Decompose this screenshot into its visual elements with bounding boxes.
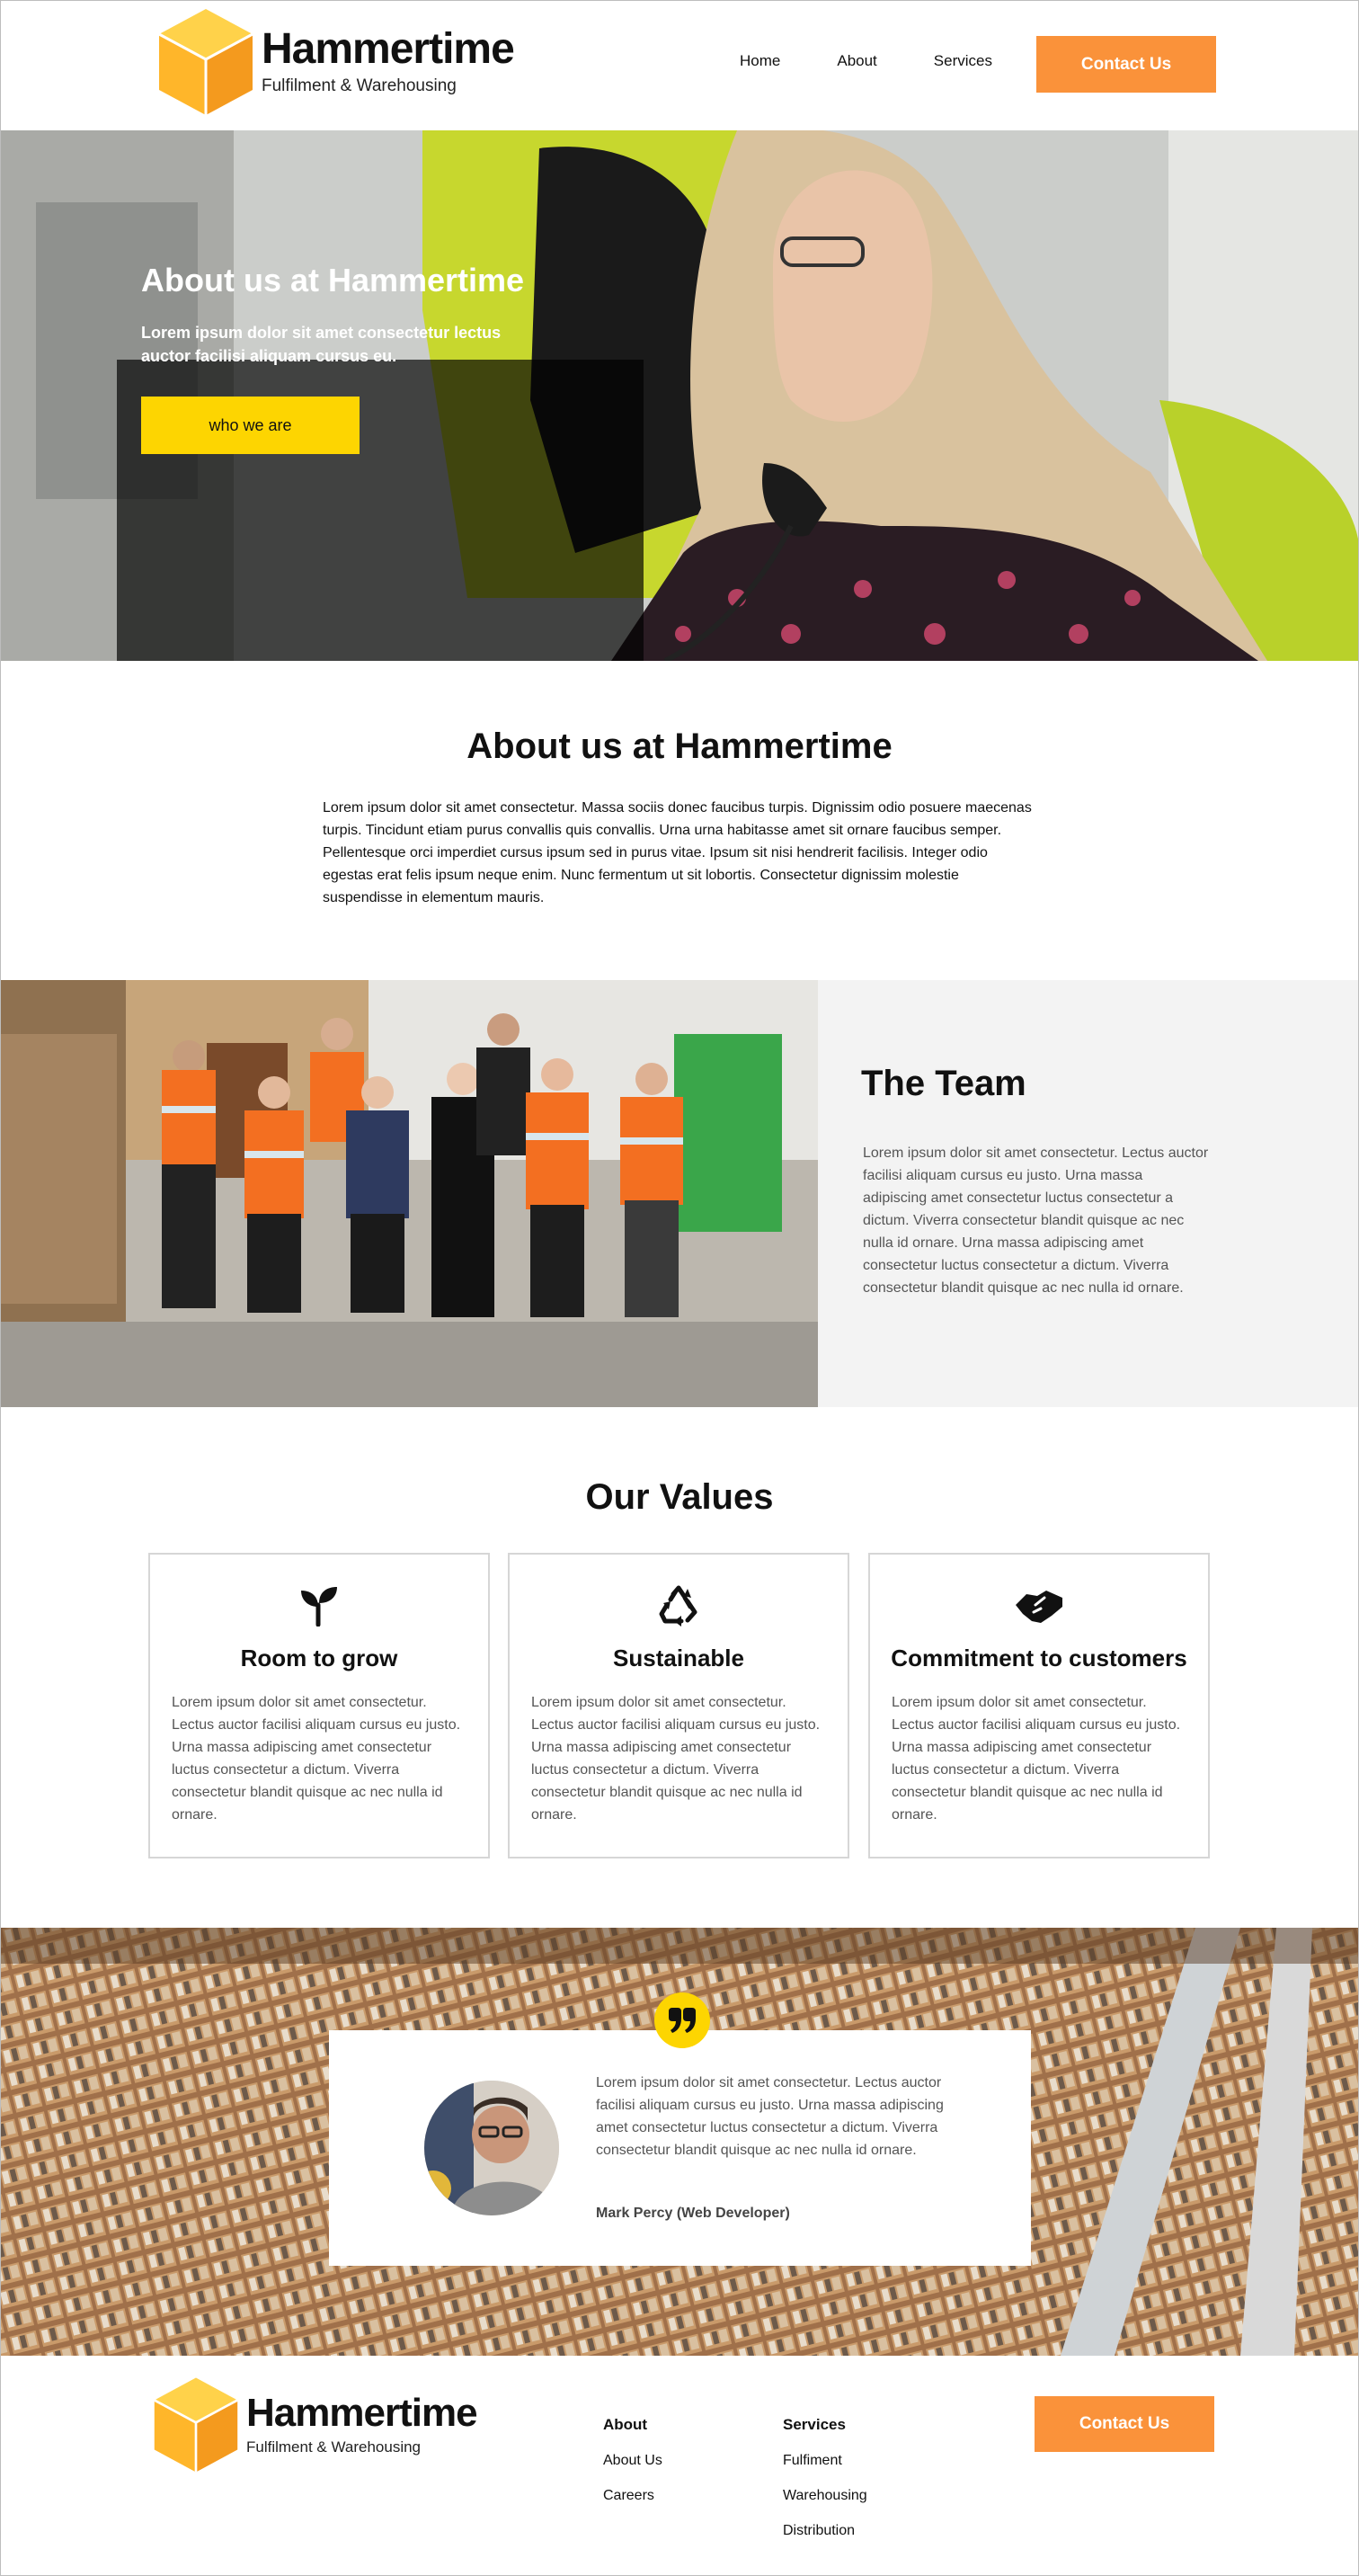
- avatar-photo: [424, 2081, 559, 2215]
- team-photo: [0, 980, 818, 1407]
- team-title: The Team: [861, 1064, 1026, 1103]
- nav-about[interactable]: About: [837, 52, 876, 70]
- footer-logo[interactable]: Hammertime Fulfilment & Warehousing: [153, 2375, 478, 2474]
- team-photo-image: [0, 980, 818, 1407]
- hero-title: About us at Hammertime: [141, 262, 525, 299]
- footer-contact-button[interactable]: Contact Us: [1035, 2396, 1214, 2452]
- who-we-are-button[interactable]: who we are: [141, 397, 360, 454]
- site-footer: Hammertime Fulfilment & Warehousing Abou…: [0, 2356, 1359, 2576]
- about-text: Lorem ipsum dolor sit amet consectetur. …: [323, 800, 1032, 905]
- footer-link-about-us[interactable]: About Us: [603, 2453, 662, 2469]
- main-nav: Home About Services: [740, 52, 1049, 70]
- value-card-commitment: Commitment to customers Lorem ipsum dolo…: [868, 1553, 1210, 1858]
- footer-about-heading: About: [603, 2416, 648, 2433]
- footer-link-warehousing[interactable]: Warehousing: [783, 2488, 867, 2504]
- brand-name: Hammertime: [246, 2391, 478, 2435]
- cube-logo-icon: [158, 9, 253, 115]
- value-title: Room to grow: [240, 1645, 398, 1671]
- footer-link-fulfiment[interactable]: Fulfiment: [783, 2453, 842, 2469]
- nav-services[interactable]: Services: [934, 52, 992, 70]
- hero-banner: [0, 130, 1359, 661]
- handshake-icon: [1016, 1591, 1062, 1623]
- testimonial-text: Lorem ipsum dolor sit amet consectetur. …: [596, 2075, 944, 2158]
- header-logo[interactable]: Hammertime Fulfilment & Warehousing: [157, 7, 515, 117]
- value-text: Lorem ipsum dolor sit amet consectetur. …: [172, 1695, 461, 1823]
- site-header: Hammertime Fulfilment & Warehousing Home…: [0, 0, 1359, 130]
- avatar: [424, 2081, 559, 2215]
- quote-badge: [654, 1992, 710, 2048]
- hero-subtitle: Lorem ipsum dolor sit amet consectetur l…: [141, 324, 502, 365]
- about-title: About us at Hammertime: [466, 726, 893, 766]
- cube-logo-icon: [154, 2377, 238, 2473]
- sprout-icon: [301, 1587, 337, 1627]
- team-text: Lorem ipsum dolor sit amet consectetur. …: [863, 1145, 1209, 1296]
- recycle-icon: [659, 1585, 697, 1627]
- footer-link-distribution[interactable]: Distribution: [783, 2523, 855, 2539]
- brand-tagline: Fulfilment & Warehousing: [262, 76, 457, 95]
- quote-icon: [669, 2008, 696, 2033]
- value-title: Sustainable: [613, 1645, 744, 1671]
- footer-link-careers[interactable]: Careers: [603, 2488, 654, 2504]
- value-card-sustainable: Sustainable Lorem ipsum dolor sit amet c…: [508, 1553, 849, 1858]
- values-title: Our Values: [585, 1477, 774, 1517]
- brand-name: Hammertime: [262, 25, 515, 73]
- value-card-room-to-grow: Room to grow Lorem ipsum dolor sit amet …: [148, 1553, 490, 1858]
- footer-services-heading: Services: [783, 2416, 846, 2433]
- testimonial-author: Mark Percy (Web Developer): [596, 2206, 790, 2221]
- brand-tagline: Fulfilment & Warehousing: [246, 2438, 422, 2456]
- nav-home[interactable]: Home: [740, 52, 780, 70]
- value-text: Lorem ipsum dolor sit amet consectetur. …: [531, 1695, 821, 1823]
- value-title: Commitment to customers: [891, 1645, 1187, 1671]
- contact-button[interactable]: Contact Us: [1036, 36, 1216, 93]
- value-text: Lorem ipsum dolor sit amet consectetur. …: [892, 1695, 1181, 1823]
